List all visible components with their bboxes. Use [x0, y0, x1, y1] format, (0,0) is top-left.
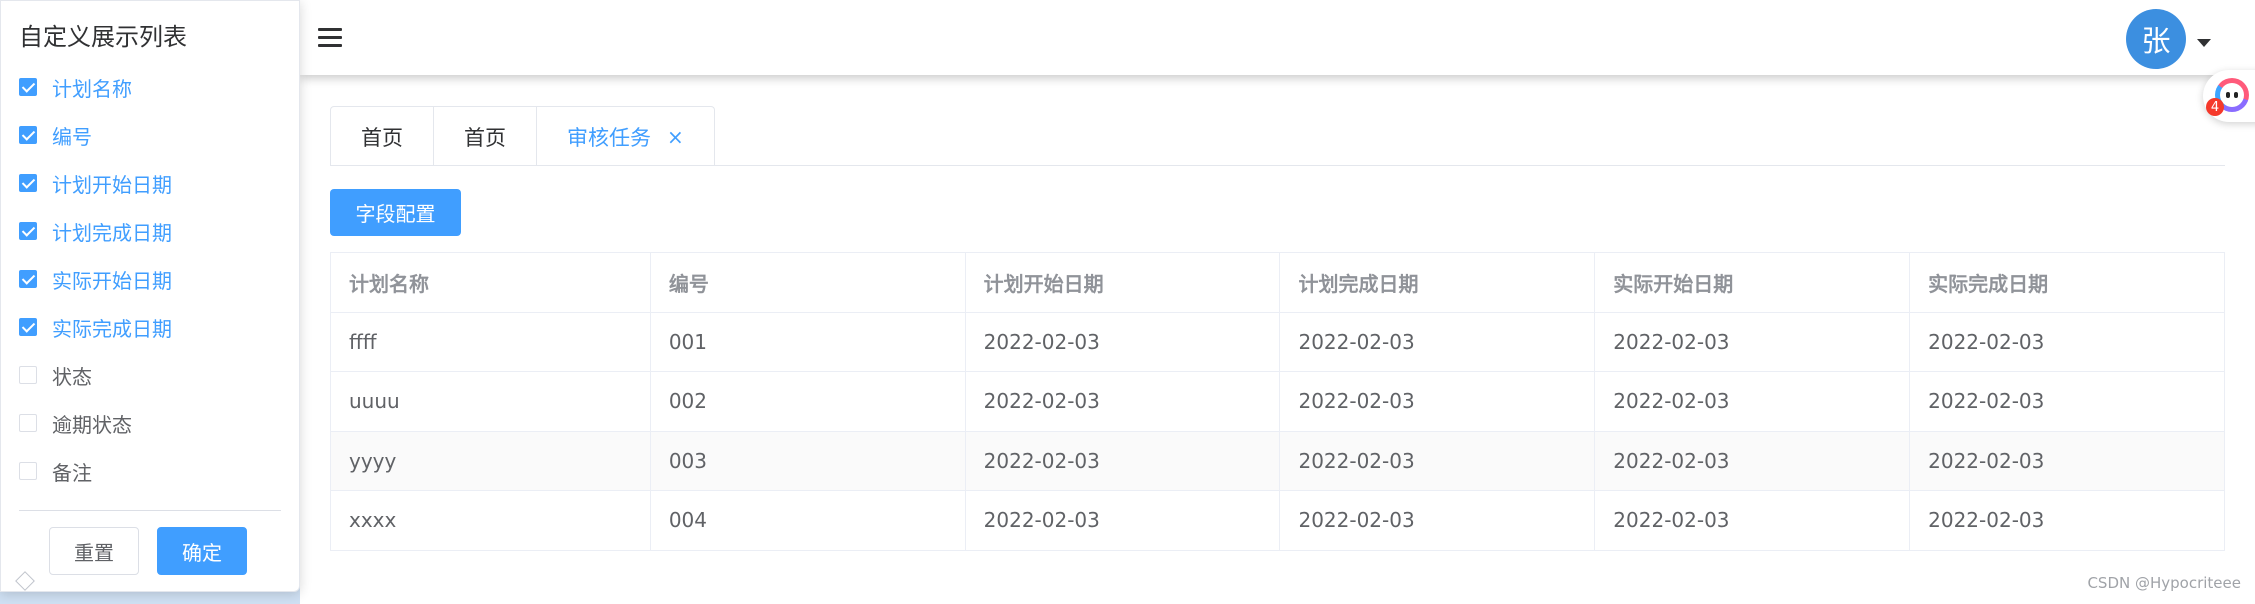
- tab-label: 首页: [464, 125, 506, 150]
- table-cell: 2022-02-03: [1594, 430, 1911, 491]
- table-cell: ffff: [330, 311, 651, 372]
- table-cell: 2022-02-03: [1909, 430, 2225, 491]
- checkbox-icon[interactable]: [19, 462, 37, 480]
- close-icon[interactable]: ×: [667, 125, 684, 149]
- user-avatar[interactable]: 张: [2126, 9, 2186, 69]
- column-header[interactable]: 计划完成日期: [1279, 252, 1596, 313]
- table-cell: 2022-02-03: [1909, 490, 2225, 551]
- table-row[interactable]: xxxx 004 2022-02-03 2022-02-03 2022-02-0…: [330, 490, 2225, 551]
- column-header[interactable]: 计划开始日期: [964, 252, 1281, 313]
- caret-down-icon[interactable]: [2197, 39, 2211, 47]
- table-cell: 2022-02-03: [1279, 490, 1596, 551]
- checkbox-icon[interactable]: [19, 126, 37, 144]
- checkbox-icon[interactable]: [19, 366, 37, 384]
- checkbox-label: 备注: [52, 460, 92, 485]
- table-cell: 2022-02-03: [964, 311, 1281, 372]
- page-tabs: 首页 首页 审核任务 ×: [330, 106, 715, 166]
- checkbox-label: 实际完成日期: [52, 316, 172, 341]
- checkbox-icon[interactable]: [19, 414, 37, 432]
- table-cell: 2022-02-03: [1279, 371, 1596, 432]
- data-table: 计划名称 编号 计划开始日期 计划完成日期 实际开始日期 实际完成日期 ffff…: [330, 252, 2225, 551]
- table-cell: yyyy: [330, 430, 651, 491]
- watermark: CSDN @Hypocriteee: [2087, 574, 2241, 592]
- column-header[interactable]: 实际完成日期: [1909, 252, 2225, 313]
- table-cell: 004: [649, 490, 966, 551]
- checkbox-icon[interactable]: [19, 174, 37, 192]
- checkbox-plan-end-date[interactable]: 计划完成日期: [19, 207, 172, 255]
- table-cell: 2022-02-03: [1909, 311, 2225, 372]
- table-cell: 2022-02-03: [1594, 371, 1911, 432]
- checkbox-overdue-status[interactable]: 逾期状态: [19, 399, 172, 447]
- column-checkbox-list: 计划名称 编号 计划开始日期 计划完成日期 实际开始日期 实际完成日期 状态 逾…: [19, 63, 172, 495]
- popover-title: 自定义展示列表: [19, 23, 187, 51]
- checkbox-actual-start-date[interactable]: 实际开始日期: [19, 255, 172, 303]
- checkbox-label: 计划完成日期: [52, 220, 172, 245]
- table-cell: 2022-02-03: [964, 371, 1281, 432]
- checkbox-label: 实际开始日期: [52, 268, 172, 293]
- checkbox-icon[interactable]: [19, 318, 37, 336]
- column-header[interactable]: 实际开始日期: [1594, 252, 1911, 313]
- checkbox-actual-end-date[interactable]: 实际完成日期: [19, 303, 172, 351]
- tab-review-task[interactable]: 审核任务 ×: [536, 106, 715, 166]
- tabs-divider: [330, 165, 2225, 166]
- table-cell: 2022-02-03: [1594, 490, 1911, 551]
- checkbox-status[interactable]: 状态: [19, 351, 172, 399]
- checkbox-label: 计划名称: [52, 76, 132, 101]
- table-cell: uuuu: [330, 371, 651, 432]
- top-header: 张: [300, 0, 2255, 75]
- table-cell: 2022-02-03: [1909, 371, 2225, 432]
- popover-divider: [19, 510, 281, 511]
- checkbox-plan-name[interactable]: 计划名称: [19, 63, 172, 111]
- checkbox-plan-start-date[interactable]: 计划开始日期: [19, 159, 172, 207]
- checkbox-label: 计划开始日期: [52, 172, 172, 197]
- checkbox-remark[interactable]: 备注: [19, 447, 172, 495]
- table-cell: xxxx: [330, 490, 651, 551]
- field-config-button[interactable]: 字段配置: [330, 189, 461, 236]
- notification-badge: 4: [2206, 98, 2224, 116]
- confirm-button[interactable]: 确定: [157, 527, 247, 575]
- table-cell: 2022-02-03: [1279, 311, 1596, 372]
- table-cell: 2022-02-03: [1594, 311, 1911, 372]
- checkbox-label: 状态: [52, 364, 92, 389]
- reset-button[interactable]: 重置: [49, 527, 139, 575]
- tab-home-1[interactable]: 首页: [330, 106, 434, 166]
- table-row[interactable]: uuuu 002 2022-02-03 2022-02-03 2022-02-0…: [330, 371, 2225, 432]
- table-header-row: 计划名称 编号 计划开始日期 计划完成日期 实际开始日期 实际完成日期: [330, 252, 2225, 313]
- checkbox-icon[interactable]: [19, 222, 37, 240]
- column-header[interactable]: 计划名称: [330, 252, 651, 313]
- table-cell: 2022-02-03: [964, 490, 1281, 551]
- menu-toggle-icon[interactable]: [318, 28, 342, 48]
- checkbox-number[interactable]: 编号: [19, 111, 172, 159]
- checkbox-label: 编号: [52, 124, 92, 149]
- checkbox-icon[interactable]: [19, 78, 37, 96]
- table-row[interactable]: ffff 001 2022-02-03 2022-02-03 2022-02-0…: [330, 311, 2225, 372]
- tab-label: 审核任务: [567, 125, 651, 150]
- table-cell: 2022-02-03: [964, 430, 1281, 491]
- checkbox-label: 逾期状态: [52, 412, 132, 437]
- tab-home-2[interactable]: 首页: [433, 106, 537, 166]
- tab-label: 首页: [361, 125, 403, 150]
- table-cell: 001: [649, 311, 966, 372]
- column-config-popover: 自定义展示列表 计划名称 编号 计划开始日期 计划完成日期 实际开始日期 实际完…: [0, 0, 300, 592]
- assistant-widget[interactable]: 4: [2203, 70, 2255, 122]
- checkbox-icon[interactable]: [19, 270, 37, 288]
- table-cell: 003: [649, 430, 966, 491]
- table-cell: 002: [649, 371, 966, 432]
- table-cell: 2022-02-03: [1279, 430, 1596, 491]
- table-row[interactable]: yyyy 003 2022-02-03 2022-02-03 2022-02-0…: [330, 430, 2225, 491]
- column-header[interactable]: 编号: [649, 252, 966, 313]
